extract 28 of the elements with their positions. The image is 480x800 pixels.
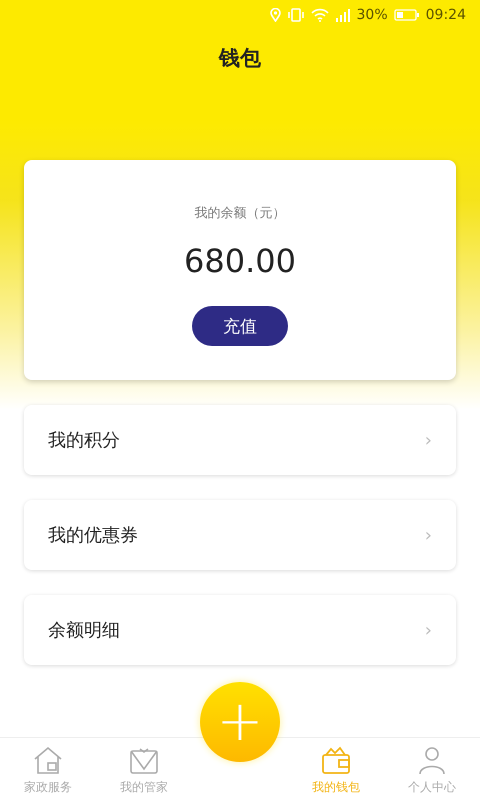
menu-label: 我的优惠券 (48, 524, 138, 547)
location-icon (270, 8, 281, 22)
menu-label: 我的积分 (48, 429, 120, 452)
battery-icon (394, 9, 420, 21)
chevron-icon: › (424, 524, 432, 546)
menu-item[interactable]: 我的优惠券 › (24, 500, 456, 570)
nav-tab[interactable]: 个人中心 (384, 738, 480, 800)
signal-icon (334, 8, 351, 22)
chevron-icon: › (424, 620, 432, 640)
balance-amount: 680.00 (184, 242, 296, 280)
house-icon (32, 745, 64, 775)
clock-time: 09:24 (426, 7, 466, 23)
add-button[interactable]: + (200, 682, 280, 762)
balance-label: 我的余额（元） (194, 205, 286, 222)
nav-tab[interactable]: 家政服务 (0, 738, 96, 800)
vibrate-icon (286, 8, 305, 22)
menu-item[interactable]: 余额明细 › (24, 595, 456, 665)
person-icon (416, 745, 448, 775)
nav-tab[interactable]: 我的管家 (96, 738, 192, 800)
recharge-button[interactable]: 充值 (192, 306, 288, 346)
menu-label: 余额明细 (48, 619, 120, 642)
menu-item[interactable]: 我的积分 › (24, 405, 456, 475)
battery-percent: 30% (356, 7, 388, 23)
wallet-icon (320, 745, 352, 775)
page-title: 钱包 (219, 45, 261, 72)
nav-tab[interactable]: 我的钱包 (288, 738, 384, 800)
wifi-icon (310, 8, 329, 22)
chevron-icon: › (424, 430, 432, 450)
